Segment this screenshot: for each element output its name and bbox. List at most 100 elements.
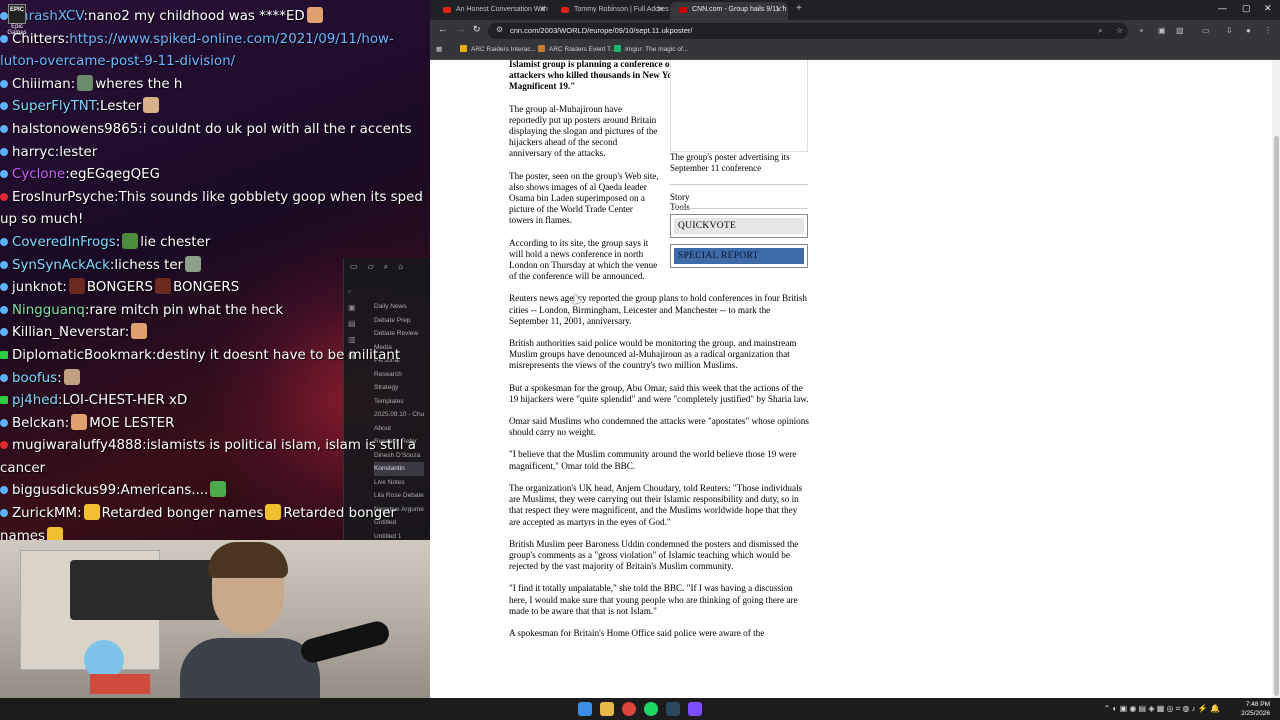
chat-username[interactable]: Ningguanq bbox=[12, 303, 85, 318]
download-icon[interactable]: ⇩ bbox=[1226, 26, 1233, 35]
chrome-icon[interactable] bbox=[622, 702, 636, 716]
chat-username[interactable]: SynSynAckAck bbox=[12, 258, 110, 273]
new-tab-button[interactable]: + bbox=[796, 3, 802, 14]
bookmark-arc-raiders-event[interactable]: ARC Raiders Event T... bbox=[538, 45, 616, 53]
chat-username[interactable]: Killian_Neverstar bbox=[12, 325, 125, 340]
special-report-button[interactable]: SPECIAL REPORT bbox=[670, 244, 808, 268]
chat-separator: : bbox=[70, 76, 76, 92]
chat-username[interactable]: SuperFlyTNT bbox=[12, 99, 95, 114]
chat-badge-icon bbox=[0, 237, 8, 246]
article-paragraph: British Muslim peer Baroness Uddin conde… bbox=[509, 538, 799, 572]
chat-username[interactable]: Chiiiman bbox=[12, 77, 71, 92]
chat-badge-icon bbox=[0, 124, 8, 133]
menu-icon[interactable]: ⋮ bbox=[1264, 26, 1272, 35]
close-icon[interactable]: ✕ bbox=[775, 2, 782, 18]
chat-username[interactable]: ErosInurPsyche bbox=[12, 190, 114, 205]
tab-title: CNN.com - Group hails 9/11 'h bbox=[692, 6, 787, 13]
forward-icon[interactable]: → bbox=[456, 24, 465, 34]
books bbox=[90, 674, 150, 694]
chat-username[interactable]: Belckan bbox=[12, 416, 65, 431]
chat-message: boofus: bbox=[0, 368, 430, 391]
epic-games-logo: EPIC bbox=[8, 4, 26, 24]
article-paragraph: The group al-Muhajiroun have reportedly … bbox=[509, 103, 658, 159]
chat-badge-icon bbox=[0, 418, 8, 427]
chat-emote-icon bbox=[155, 278, 172, 295]
streamer-hair bbox=[208, 542, 288, 578]
zoom-icon[interactable]: ⌕ bbox=[1098, 26, 1102, 36]
webcam-feed bbox=[0, 540, 430, 720]
tab-honest-conversation[interactable]: An Honest Conversation With ✕ bbox=[434, 2, 552, 20]
chat-separator: : bbox=[64, 415, 70, 431]
chat-badge-icon bbox=[0, 79, 8, 88]
profile-icon[interactable]: ● bbox=[1246, 26, 1251, 35]
chat-username[interactable]: pj4hed bbox=[12, 393, 58, 408]
chat-badge-icon bbox=[0, 192, 8, 201]
extension-icon-2[interactable]: ▣ bbox=[1158, 26, 1166, 35]
chat-username[interactable]: DiplomaticBookmark bbox=[12, 348, 152, 363]
bookmark-imgur[interactable]: Imgur: The magic of... bbox=[614, 45, 688, 53]
chat-badge-icon bbox=[0, 509, 8, 518]
address-bar[interactable]: ⚙ cnn.com/2003/WORLD/europe/09/10/sept.1… bbox=[488, 23, 1128, 39]
close-icon[interactable]: ✕ bbox=[657, 2, 664, 18]
divider bbox=[670, 184, 808, 185]
close-icon[interactable]: ✕ bbox=[539, 2, 546, 18]
chat-username[interactable]: mugiwaraluffy4888 bbox=[12, 438, 142, 453]
chat-badge-icon bbox=[0, 373, 8, 382]
maximize-button[interactable]: ▢ bbox=[1242, 3, 1251, 14]
taskbar: ⌃ ◐ ▣ ◉ ▤ ◈ ▦ ◎ ⌗ ◍ ♪ ⚡ 🔔 7:48 PM 2/25/2… bbox=[0, 698, 1280, 720]
chat-username[interactable]: harryc bbox=[12, 145, 55, 160]
reload-icon[interactable]: ↻ bbox=[473, 24, 481, 35]
special-report-label: SPECIAL REPORT bbox=[674, 248, 804, 264]
article-paragraph: "I find it totally unpalatable," she tol… bbox=[509, 583, 798, 616]
system-tray[interactable]: ⌃ ◐ ▣ ◉ ▤ ◈ ▦ ◎ ⌗ ◍ ♪ ⚡ 🔔 bbox=[1104, 704, 1220, 714]
window-close-button[interactable]: ✕ bbox=[1264, 3, 1272, 14]
chat-username[interactable]: biggusdickus99 bbox=[12, 483, 116, 498]
clock[interactable]: 7:48 PM 2/25/2026 bbox=[1241, 700, 1270, 718]
chat-separator: : bbox=[77, 506, 82, 522]
minimize-button[interactable]: — bbox=[1218, 3, 1227, 13]
divider bbox=[670, 208, 808, 209]
chat-username[interactable]: boofus bbox=[12, 371, 57, 386]
epic-games-desktop-icon[interactable]: EPIC Epic Games bbox=[2, 4, 32, 36]
extension-icon-1[interactable]: ▪ bbox=[1140, 26, 1143, 35]
apps-icon[interactable]: ▦ bbox=[436, 45, 442, 53]
chat-text: i couldnt do uk pol with all the r accen… bbox=[142, 121, 412, 137]
chat-username[interactable]: CoveredInFrogs bbox=[12, 235, 116, 250]
windows-start-icon[interactable] bbox=[578, 702, 592, 716]
star-icon[interactable]: ☆ bbox=[1116, 26, 1123, 35]
chat-log: ThrashXCV:nano2 my childhood was ****ED C… bbox=[0, 6, 430, 548]
chat-text: Retarded bonger names bbox=[101, 506, 264, 522]
browser-window: An Honest Conversation With ✕ Tommy Robi… bbox=[430, 0, 1280, 698]
tab-tommy-robinson[interactable]: Tommy Robinson | Full Addres ✕ bbox=[552, 2, 670, 20]
chat-text: MOE LESTER bbox=[89, 415, 175, 431]
steam-icon[interactable] bbox=[666, 702, 680, 716]
chat-username[interactable]: Cyclone bbox=[12, 167, 65, 182]
scrollbar-thumb[interactable] bbox=[1274, 136, 1279, 696]
page-scrollbar[interactable] bbox=[1272, 60, 1280, 698]
chat-emote-icon bbox=[122, 232, 139, 249]
chat-message: CoveredInFrogs: lie chester bbox=[0, 232, 430, 255]
tab-cnn[interactable]: CNN.com - Group hails 9/11 'h ✕ bbox=[670, 2, 788, 20]
site-info-icon[interactable]: ⚙ bbox=[496, 25, 503, 34]
sidebar-icon[interactable]: ▭ bbox=[1202, 26, 1210, 35]
extension-icon-3[interactable]: ▧ bbox=[1176, 26, 1184, 35]
bookmark-favicon bbox=[460, 45, 467, 52]
chat-message: Killian_Neverstar: bbox=[0, 322, 430, 345]
chat-text: LOI-CHEST-HER xD bbox=[62, 393, 188, 409]
chat-emote-icon bbox=[185, 255, 202, 272]
bookmark-arc-raiders-interactive[interactable]: ARC Raiders Interac... bbox=[460, 45, 536, 53]
chat-text: wheres the h bbox=[95, 76, 183, 92]
chat-username[interactable]: ZurickMM bbox=[12, 506, 77, 521]
quickvote-button[interactable]: QUICKVOTE bbox=[670, 214, 808, 238]
chat-username[interactable]: halstonowens9865 bbox=[12, 122, 138, 137]
back-icon[interactable]: ← bbox=[438, 24, 447, 34]
youtube-icon bbox=[561, 7, 569, 13]
file-explorer-icon[interactable] bbox=[600, 702, 614, 716]
obsidian-icon[interactable] bbox=[688, 702, 702, 716]
spotify-icon[interactable] bbox=[644, 702, 658, 716]
article-paragraph: Omar said Muslims who condemned the atta… bbox=[509, 416, 809, 438]
chat-badge-icon bbox=[0, 486, 8, 495]
chat-username[interactable]: junknot bbox=[12, 280, 62, 295]
chat-emote-icon bbox=[83, 504, 100, 521]
chat-badge-icon bbox=[0, 147, 8, 156]
